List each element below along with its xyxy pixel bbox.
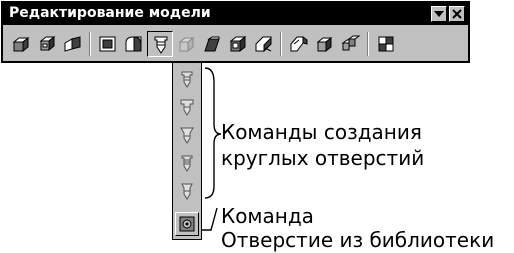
- round-holes-annotation-line2: круглых отверстий: [221, 146, 425, 170]
- round-holes-annotation-line1: Команды создания: [221, 120, 422, 144]
- library-annotation-line2: Отверстие из библиотеки: [221, 228, 495, 252]
- library-annotation-line1: Команда: [221, 204, 314, 228]
